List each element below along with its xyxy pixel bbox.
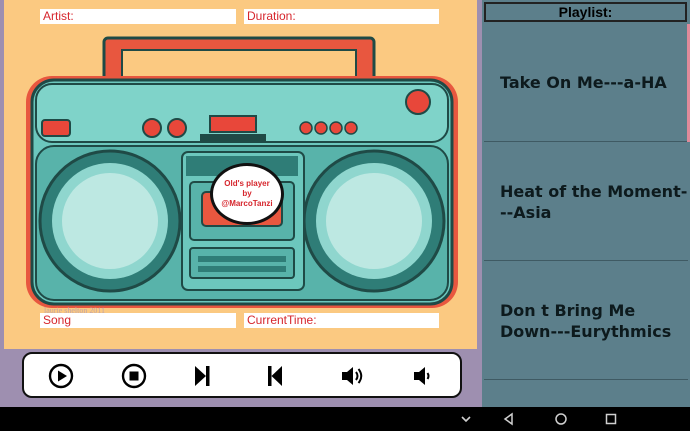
previous-track-button[interactable] [260, 361, 290, 391]
playback-controls [22, 352, 462, 398]
playlist-item[interactable]: Take On Me---a-HA [484, 24, 688, 142]
volume-up-icon [342, 367, 363, 385]
skip-next-icon [195, 366, 210, 386]
hide-keyboard-icon [461, 416, 471, 423]
playlist-item[interactable]: Heat of the Moment---Asia [484, 143, 688, 261]
playlist-item[interactable]: Don t Bring Me Down---Eurythmics [484, 262, 688, 380]
hide-keyboard-button[interactable] [457, 410, 475, 428]
volume-down-icon [414, 367, 430, 385]
back-icon [503, 412, 513, 426]
skip-previous-icon [268, 366, 282, 386]
logo-badge: Old's player by @MarcoTanzi [210, 163, 284, 225]
artist-field: Artist: [40, 9, 236, 24]
home-icon [555, 413, 567, 425]
volume-up-button[interactable] [337, 361, 367, 391]
recents-icon [605, 413, 617, 425]
playlist-title: Playlist: [484, 2, 687, 22]
play-icon [48, 363, 74, 389]
player-stage: Artist: Duration: Old's player by @Marco… [0, 0, 481, 349]
badge-line-author: @MarcoTanzi [221, 199, 273, 208]
recents-button[interactable] [602, 410, 620, 428]
stop-icon [121, 363, 147, 389]
volume-down-button[interactable] [407, 361, 437, 391]
system-navigation-bar [0, 407, 690, 431]
song-field: Song [40, 313, 236, 328]
home-button[interactable] [552, 410, 570, 428]
stop-button[interactable] [119, 361, 149, 391]
current-time-field: CurrentTime: [244, 313, 439, 328]
next-track-button[interactable] [187, 361, 217, 391]
duration-field: Duration: [244, 9, 439, 24]
play-button[interactable] [46, 361, 76, 391]
back-button[interactable] [500, 410, 518, 428]
badge-line-title: Old's player [224, 179, 270, 188]
badge-line-by: by [242, 189, 252, 198]
playlist-panel: Playlist: Take On Me---a-HA Heat of the … [482, 0, 690, 407]
